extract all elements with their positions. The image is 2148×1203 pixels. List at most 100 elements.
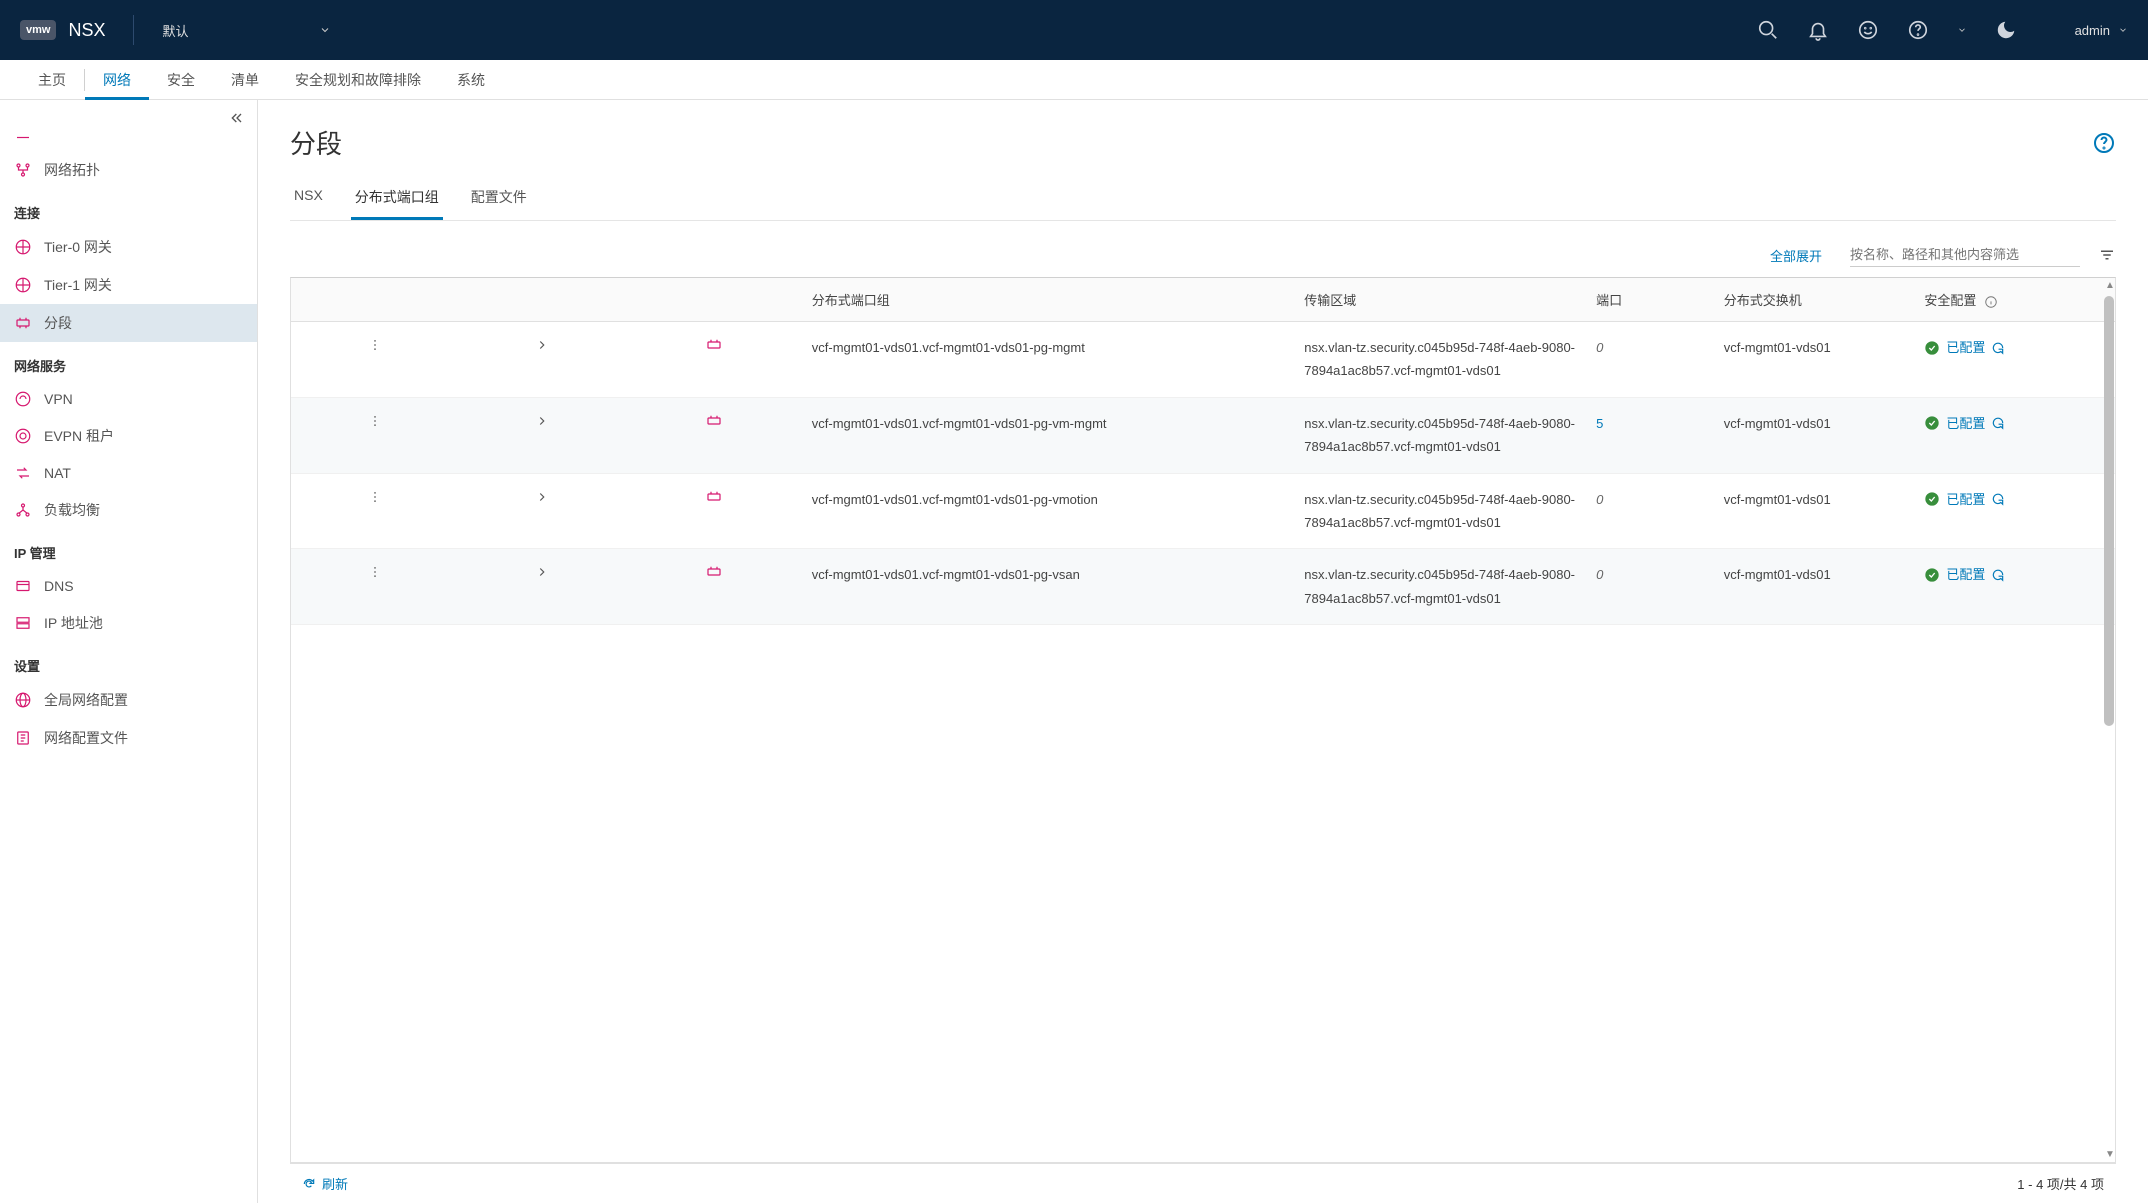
table-row: vcf-mgmt01-vds01.vcf-mgmt01-vds01-pg-vm-… xyxy=(291,397,2115,473)
expand-row-icon[interactable] xyxy=(535,565,549,579)
cell-transport-zone: nsx.vlan-tz.security.c045b95d-748f-4aeb-… xyxy=(1294,549,1586,625)
expand-all-link[interactable]: 全部展开 xyxy=(1770,246,1822,265)
status-label[interactable]: 已配置 xyxy=(1946,336,1985,359)
success-icon xyxy=(1924,340,1940,356)
row-actions-icon[interactable] xyxy=(368,490,382,504)
col-security[interactable]: 安全配置 xyxy=(1914,278,2115,322)
scroll-down-icon: ▼ xyxy=(2105,1149,2115,1160)
cell-dvs: vcf-mgmt01-vds01 xyxy=(1714,397,1915,473)
help-chevron-down-icon[interactable] xyxy=(1957,25,1967,35)
refresh-row-icon[interactable] xyxy=(1991,341,2005,355)
sidebar-item-label: DNS xyxy=(44,578,74,594)
logo: vmw xyxy=(20,20,56,40)
refresh-row-icon[interactable] xyxy=(1991,492,2005,506)
user-menu[interactable]: admin xyxy=(2075,23,2128,38)
expand-row-icon[interactable] xyxy=(535,414,549,428)
refresh-row-icon[interactable] xyxy=(1991,568,2005,582)
cell-ports[interactable]: 5 xyxy=(1596,416,1603,431)
workspace-dropdown[interactable]: 默认 xyxy=(162,21,330,40)
sidebar-group-connect: 连接 xyxy=(0,189,257,228)
dash-icon xyxy=(14,124,32,142)
help-icon[interactable] xyxy=(2092,131,2116,155)
row-actions-icon[interactable] xyxy=(368,338,382,352)
sidebar-item-label: 全局网络配置 xyxy=(44,690,128,710)
sidebar-item-segments[interactable]: 分段 xyxy=(0,304,257,342)
nav-system[interactable]: 系统 xyxy=(439,60,503,100)
table-scrollbar[interactable]: ▲ ▼ xyxy=(2103,278,2115,1162)
refresh-icon xyxy=(302,1177,316,1191)
collapse-sidebar-button[interactable] xyxy=(229,110,245,129)
sidebar-item-overview[interactable] xyxy=(0,106,257,151)
main-content: 分段 NSX 分布式端口组 配置文件 全部展开 分布式端口组 xyxy=(258,100,2148,1203)
lb-icon xyxy=(14,501,32,519)
col-dvs[interactable]: 分布式交换机 xyxy=(1714,278,1915,322)
nat-icon xyxy=(14,464,32,482)
gateway-icon xyxy=(14,276,32,294)
header-divider xyxy=(133,15,134,45)
pool-icon xyxy=(14,614,32,632)
cell-transport-zone: nsx.vlan-tz.security.c045b95d-748f-4aeb-… xyxy=(1294,397,1586,473)
row-actions-icon[interactable] xyxy=(368,414,382,428)
portgroup-icon xyxy=(705,412,723,430)
page-title: 分段 xyxy=(290,124,342,161)
sidebar-item-nat[interactable]: NAT xyxy=(0,455,257,491)
app-header: vmw NSX 默认 admin xyxy=(0,0,2148,60)
info-icon[interactable] xyxy=(1984,295,1998,309)
sidebar-group-netservices: 网络服务 xyxy=(0,342,257,381)
refresh-button[interactable]: 刷新 xyxy=(302,1174,348,1193)
sidebar-item-tier0[interactable]: Tier-0 网关 xyxy=(0,228,257,266)
refresh-row-icon[interactable] xyxy=(1991,416,2005,430)
scroll-up-icon: ▲ xyxy=(2105,280,2115,291)
chevron-down-icon xyxy=(2118,25,2128,35)
dns-icon xyxy=(14,577,32,595)
sub-tabs: NSX 分布式端口组 配置文件 xyxy=(290,179,2116,221)
sidebar-item-topology[interactable]: 网络拓扑 xyxy=(0,151,257,189)
sidebar-item-global[interactable]: 全局网络配置 xyxy=(0,681,257,719)
workspace-label: 默认 xyxy=(162,21,188,40)
sidebar-item-ippool[interactable]: IP 地址池 xyxy=(0,604,257,642)
nav-home[interactable]: 主页 xyxy=(20,60,84,100)
expand-row-icon[interactable] xyxy=(535,338,549,352)
cell-transport-zone: nsx.vlan-tz.security.c045b95d-748f-4aeb-… xyxy=(1294,473,1586,549)
nav-security[interactable]: 安全 xyxy=(149,60,213,100)
sidebar-item-profile[interactable]: 网络配置文件 xyxy=(0,719,257,757)
bell-icon[interactable] xyxy=(1807,19,1829,41)
chevron-down-icon xyxy=(319,24,331,36)
expand-row-icon[interactable] xyxy=(535,490,549,504)
col-transport-zone[interactable]: 传输区域 xyxy=(1294,278,1586,322)
sidebar-item-lb[interactable]: 负载均衡 xyxy=(0,491,257,529)
status-label[interactable]: 已配置 xyxy=(1946,563,1985,586)
tab-portgroups[interactable]: 分布式端口组 xyxy=(351,179,443,220)
col-portgroup[interactable]: 分布式端口组 xyxy=(802,278,1294,322)
status-label[interactable]: 已配置 xyxy=(1946,488,1985,511)
tab-nsx[interactable]: NSX xyxy=(290,179,327,220)
status-label[interactable]: 已配置 xyxy=(1946,412,1985,435)
scroll-thumb[interactable] xyxy=(2104,296,2114,726)
nav-troubleshoot[interactable]: 安全规划和故障排除 xyxy=(277,60,439,100)
sidebar-item-vpn[interactable]: VPN xyxy=(0,381,257,417)
help-icon[interactable] xyxy=(1907,19,1929,41)
moon-icon[interactable] xyxy=(1995,19,2017,41)
user-label: admin xyxy=(2075,23,2110,38)
sidebar-item-label: 分段 xyxy=(44,313,72,333)
sidebar-item-label: 网络拓扑 xyxy=(44,160,100,180)
col-ports[interactable]: 端口 xyxy=(1586,278,1714,322)
search-icon[interactable] xyxy=(1757,19,1779,41)
filter-icon[interactable] xyxy=(2098,246,2116,264)
sidebar-item-tier1[interactable]: Tier-1 网关 xyxy=(0,266,257,304)
nav-network[interactable]: 网络 xyxy=(85,60,149,100)
nav-inventory[interactable]: 清单 xyxy=(213,60,277,100)
sidebar-group-settings: 设置 xyxy=(0,642,257,681)
face-icon[interactable] xyxy=(1857,19,1879,41)
segment-icon xyxy=(14,314,32,332)
tab-profiles[interactable]: 配置文件 xyxy=(467,179,531,220)
gateway-icon xyxy=(14,238,32,256)
table-row: vcf-mgmt01-vds01.vcf-mgmt01-vds01-pg-vmo… xyxy=(291,473,2115,549)
sidebar-item-evpn[interactable]: EVPN 租户 xyxy=(0,417,257,455)
sidebar-item-dns[interactable]: DNS xyxy=(0,568,257,604)
cell-name: vcf-mgmt01-vds01.vcf-mgmt01-vds01-pg-vsa… xyxy=(802,549,1294,625)
row-actions-icon[interactable] xyxy=(368,565,382,579)
chevron-double-left-icon xyxy=(229,110,245,126)
filter-input[interactable] xyxy=(1850,243,2080,267)
main-nav: 主页 网络 安全 清单 安全规划和故障排除 系统 xyxy=(0,60,2148,100)
